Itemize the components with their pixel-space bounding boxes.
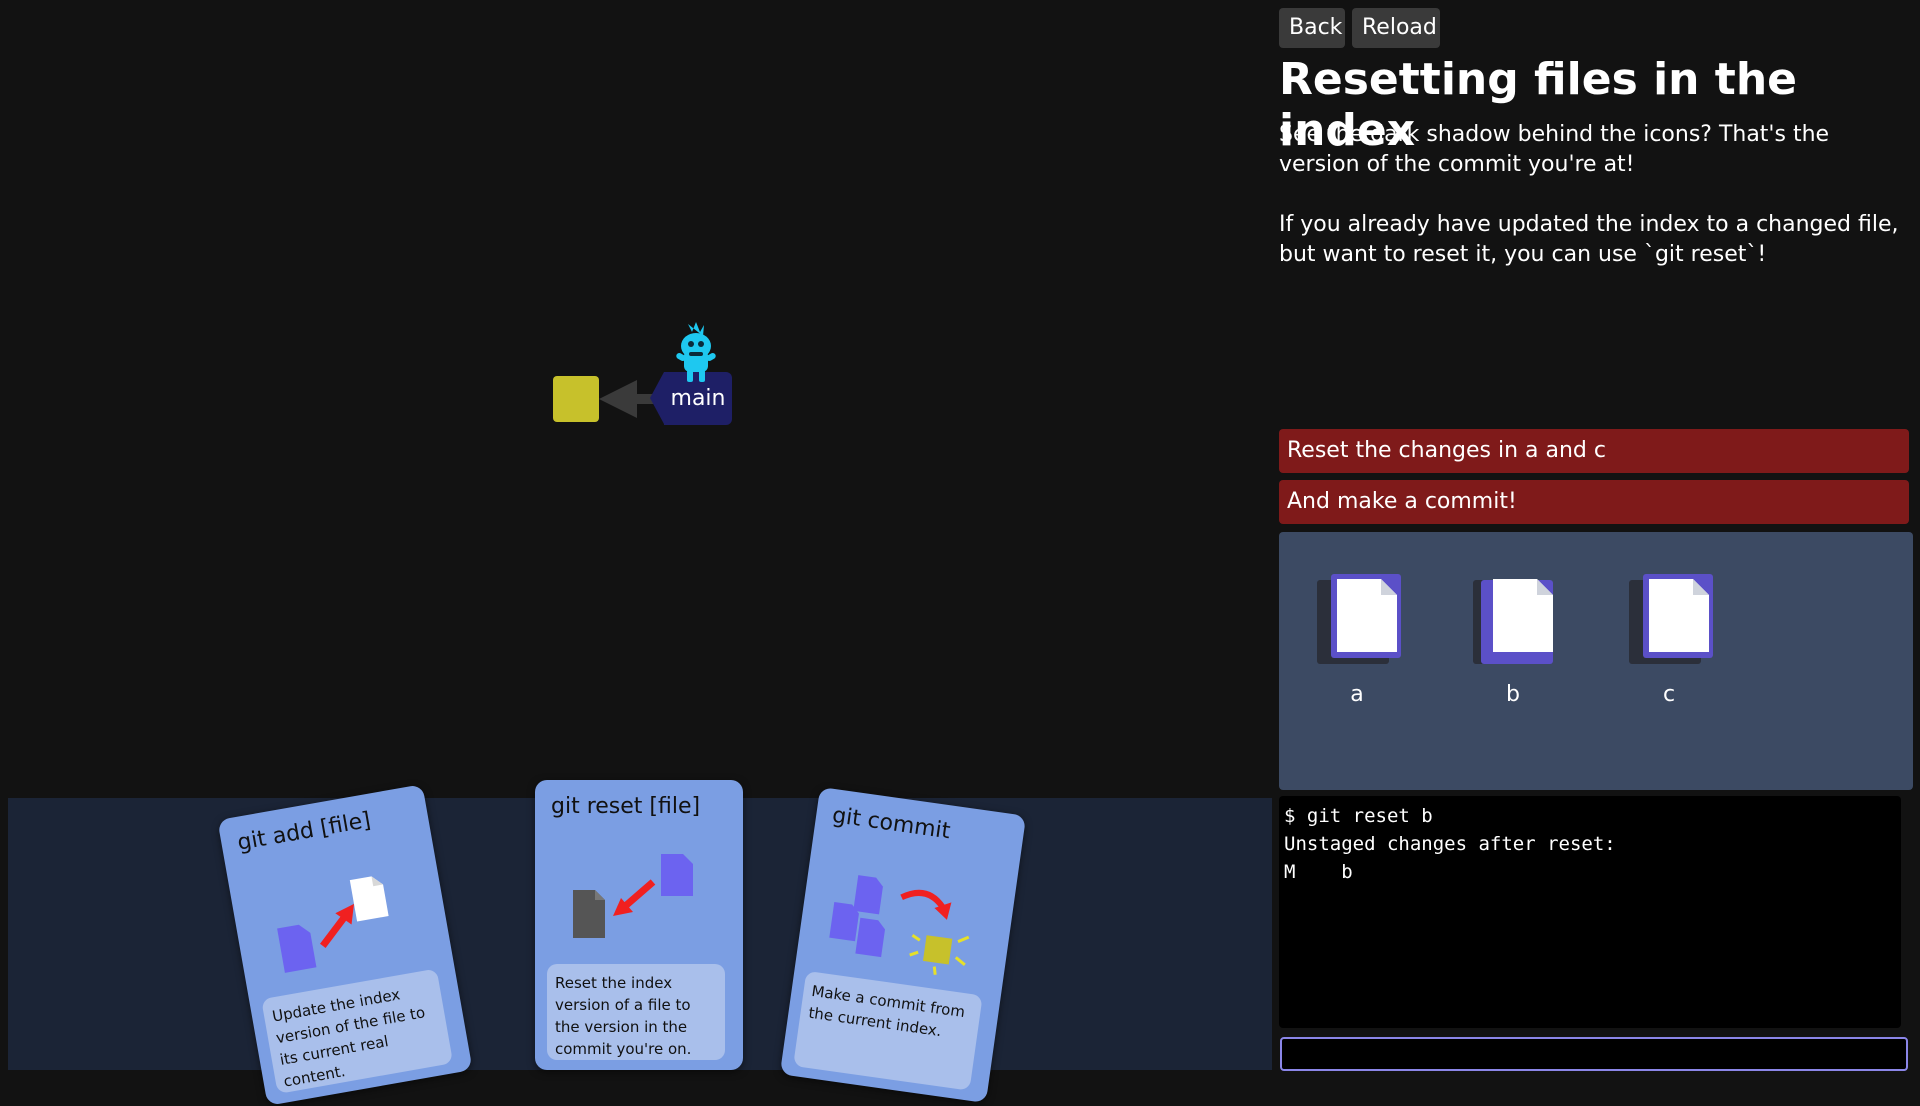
card-git-commit[interactable]: git commit Make a commit from the curren… [779,786,1027,1104]
reload-button[interactable]: Reload [1352,8,1440,48]
card-description: Make a commit from the current index. [793,970,983,1091]
card-git-reset[interactable]: git reset [file] Reset the index version… [535,780,743,1070]
file-name: b [1506,682,1520,707]
goal-item: Reset the changes in a and c [1279,429,1909,473]
file-item-b[interactable]: b [1473,574,1563,707]
file-icon [1473,579,1553,664]
card-description: Reset the index version of a file to the… [547,964,725,1060]
file-icon [1317,574,1401,664]
branch-name: main [670,386,726,411]
command-input[interactable] [1280,1037,1908,1071]
file-name: c [1662,682,1676,707]
card-title: git reset [file] [551,794,701,819]
terminal-output: $ git reset b Unstaged changes after res… [1279,796,1901,1028]
terminal-line: Unstaged changes after reset: [1284,833,1616,855]
file-item-a[interactable]: a [1317,574,1407,707]
card-title: git commit [830,803,952,845]
head-mascot-icon [676,322,716,382]
add-file-icon [277,876,389,973]
terminal-line: $ git reset b [1284,805,1433,827]
file-icon [1629,574,1713,664]
commit-graph: main [0,0,1272,796]
back-button[interactable]: Back [1279,8,1345,48]
terminal-line: M b [1284,861,1353,883]
commit-node[interactable] [553,376,599,422]
level-description: If you already have updated the index to… [1279,212,1899,267]
level-panel: Back Reload Resetting files in the index… [1272,0,1920,1080]
goal-item: And make a commit! [1279,480,1909,524]
file-item-c[interactable]: c [1629,574,1719,707]
file-name: a [1350,682,1364,707]
index-files-area: a b c [1279,532,1913,790]
commit-icon [829,875,970,975]
level-description: See the dark shadow behind the icons? Th… [1279,122,1830,177]
reset-file-icon [573,854,693,938]
card-title: git add [file] [235,807,373,856]
card-description: Update the index version of the file to … [261,968,454,1094]
